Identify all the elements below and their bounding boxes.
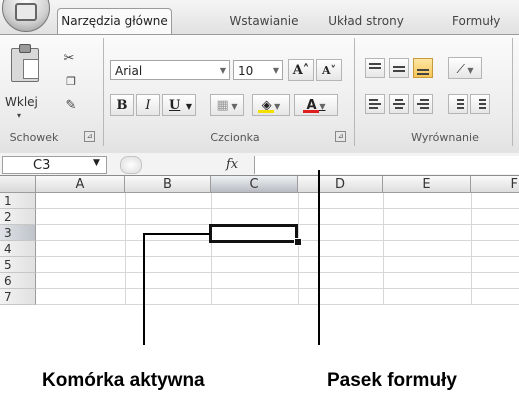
formula-bar-resize-handle[interactable] — [120, 156, 142, 174]
underline-label: U — [169, 98, 181, 113]
active-cell[interactable] — [209, 224, 298, 243]
gridline — [36, 256, 519, 257]
group-divider — [512, 38, 513, 146]
row-header-2[interactable]: 2 — [0, 209, 36, 225]
font-size-combo[interactable]: 10 ▼ — [233, 60, 283, 80]
align-top-icon — [369, 63, 381, 65]
align-left-icon — [369, 99, 378, 101]
name-box[interactable]: C3 — [2, 156, 107, 174]
gridline — [36, 208, 519, 209]
caption-formula-bar: Pasek formuły — [327, 370, 457, 391]
callout-line-formula-bar — [318, 170, 320, 345]
format-painter-icon[interactable]: ✎ — [62, 97, 80, 115]
chevron-down-icon: ▼ — [464, 66, 474, 75]
paste-dropdown-icon[interactable]: ▾ — [17, 111, 21, 120]
align-middle-icon — [393, 66, 405, 68]
orientation-button[interactable]: ⟋ ▼ — [448, 57, 482, 79]
column-header-b[interactable]: B — [125, 176, 211, 193]
formula-input[interactable] — [254, 156, 519, 174]
font-launcher-icon[interactable]: ⊿ — [335, 131, 346, 142]
underline-button[interactable]: U ▼ — [162, 94, 196, 116]
orientation-icon: ⟋ — [456, 62, 465, 76]
chevron-down-icon: ▼ — [228, 102, 238, 111]
clipboard-group-label: Schowek — [9, 131, 59, 144]
row-header-1[interactable]: 1 — [0, 193, 36, 209]
group-divider — [354, 38, 355, 146]
increase-indent-icon — [479, 99, 486, 101]
select-all-corner[interactable] — [0, 176, 36, 193]
highlight-color-swatch — [258, 110, 274, 113]
alignment-group-label: Wyrównanie — [411, 131, 479, 144]
align-center-icon — [395, 99, 403, 101]
font-color-button[interactable]: A ▼ — [294, 94, 338, 116]
grow-font-button[interactable]: A˄ — [288, 59, 314, 81]
clipboard-launcher-icon[interactable]: ⊿ — [84, 131, 95, 142]
row-header-7[interactable]: 7 — [0, 289, 36, 305]
decrease-indent-button[interactable] — [448, 94, 468, 114]
borders-icon: ▦ — [216, 98, 229, 113]
align-left-button[interactable] — [365, 94, 385, 114]
font-family-value: Arial — [115, 64, 143, 78]
gridline — [36, 272, 519, 273]
fill-handle[interactable] — [294, 238, 302, 246]
align-center-button[interactable] — [389, 94, 409, 114]
align-right-icon — [420, 99, 429, 101]
group-divider — [103, 38, 104, 146]
callout-line-active-cell — [143, 233, 145, 345]
paste-button-label[interactable]: Wklej — [5, 95, 38, 109]
tab-page-layout[interactable]: Układ strony — [316, 9, 416, 34]
caption-active-cell: Komórka aktywna — [42, 370, 205, 391]
bold-button[interactable]: B — [110, 94, 134, 116]
chevron-down-icon: ▼ — [185, 101, 192, 111]
decrease-indent-icon — [457, 99, 464, 101]
font-color-swatch — [303, 110, 319, 113]
shrink-font-button[interactable]: A˅ — [316, 59, 342, 81]
column-header-f[interactable]: F — [471, 176, 519, 193]
paste-icon[interactable] — [11, 44, 39, 82]
row-header-5[interactable]: 5 — [0, 257, 36, 273]
tab-insert[interactable]: Wstawianie — [214, 9, 314, 34]
chevron-down-icon: ▼ — [219, 66, 226, 75]
column-header-c[interactable]: C — [211, 176, 298, 193]
align-right-button[interactable] — [413, 94, 433, 114]
chevron-down-icon: ▼ — [272, 66, 279, 75]
row-header-4[interactable]: 4 — [0, 241, 36, 257]
fill-color-button[interactable]: ◈ ▼ — [252, 94, 290, 116]
align-top-button[interactable] — [365, 58, 385, 78]
cut-icon[interactable]: ✂ — [60, 50, 78, 68]
column-header-e[interactable]: E — [383, 176, 471, 193]
tab-home[interactable]: Narzędzia główne — [57, 8, 172, 36]
row-header-3[interactable]: 3 — [0, 225, 36, 241]
font-family-combo[interactable]: Arial ▼ — [110, 60, 230, 80]
column-header-a[interactable]: A — [36, 176, 125, 193]
font-group-label: Czcionka — [210, 131, 260, 144]
column-header-d[interactable]: D — [298, 176, 383, 193]
row-header-6[interactable]: 6 — [0, 273, 36, 289]
align-bottom-icon — [417, 69, 429, 71]
insert-function-button[interactable]: fx — [226, 157, 238, 172]
grid-bottom-area — [0, 305, 519, 345]
callout-line-active-cell — [143, 233, 210, 235]
italic-button[interactable]: I — [136, 94, 160, 116]
align-middle-button[interactable] — [389, 58, 409, 78]
gridline — [36, 288, 519, 289]
increase-indent-button[interactable] — [470, 94, 490, 114]
font-size-value: 10 — [238, 64, 254, 78]
tab-formulas[interactable]: Formuły — [452, 9, 519, 34]
borders-button[interactable]: ▦ ▼ — [210, 94, 244, 116]
align-bottom-button[interactable] — [413, 58, 433, 78]
name-box-dropdown-icon[interactable]: ▼ — [93, 158, 100, 168]
copy-icon[interactable]: ❐ — [62, 73, 80, 91]
